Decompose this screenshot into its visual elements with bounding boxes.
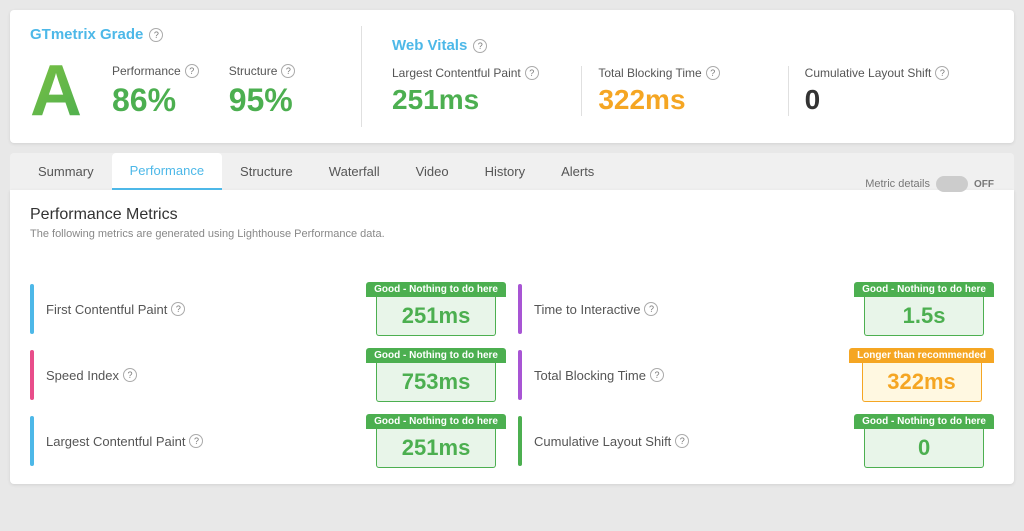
si-name: Speed Index bbox=[46, 368, 119, 383]
performance-label: Performance bbox=[112, 64, 181, 78]
si-value: 753ms bbox=[376, 363, 496, 402]
tbt-value: 322ms bbox=[598, 84, 771, 116]
si-info-icon[interactable]: ? bbox=[123, 368, 137, 382]
cls-info-icon[interactable]: ? bbox=[935, 66, 949, 80]
tti-name: Time to Interactive bbox=[534, 302, 640, 317]
tbt-metric-value: 322ms bbox=[862, 363, 982, 402]
lcp-metric-info-icon[interactable]: ? bbox=[189, 434, 203, 448]
lcp-metric-value: 251ms bbox=[376, 429, 496, 468]
metric-details-label: Metric details bbox=[865, 178, 930, 190]
fcp-info-icon[interactable]: ? bbox=[171, 302, 185, 316]
tti-info-icon[interactable]: ? bbox=[644, 302, 658, 316]
tab-performance[interactable]: Performance bbox=[112, 153, 222, 190]
tti-badge: Good - Nothing to do here bbox=[854, 282, 994, 297]
structure-info-icon[interactable]: ? bbox=[281, 64, 295, 78]
tti-value: 1.5s bbox=[864, 297, 984, 336]
cls-metric-value: 0 bbox=[864, 429, 984, 468]
fcp-name: First Contentful Paint bbox=[46, 302, 167, 317]
tab-bar: Summary Performance Structure Waterfall … bbox=[10, 153, 1014, 190]
lcp-badge: Good - Nothing to do here bbox=[366, 414, 506, 429]
metrics-grid: First Contentful Paint ? Good - Nothing … bbox=[30, 282, 994, 468]
tab-waterfall[interactable]: Waterfall bbox=[311, 153, 398, 190]
toggle-state: OFF bbox=[974, 179, 994, 190]
tbt-metric-info-icon[interactable]: ? bbox=[650, 368, 664, 382]
cls-label: Cumulative Layout Shift bbox=[805, 66, 932, 80]
panel-title: Performance Metrics bbox=[30, 206, 385, 224]
lcp-metric-name: Largest Contentful Paint bbox=[46, 434, 185, 449]
lcp-label: Largest Contentful Paint bbox=[392, 66, 521, 80]
cls-badge: Good - Nothing to do here bbox=[854, 414, 994, 429]
gtmetrix-info-icon[interactable]: ? bbox=[149, 28, 163, 42]
cls-metric-info-icon[interactable]: ? bbox=[675, 434, 689, 448]
tab-video[interactable]: Video bbox=[398, 153, 467, 190]
structure-value: 95% bbox=[229, 82, 296, 119]
cls-value: 0 bbox=[805, 84, 978, 116]
tbt-metric-name: Total Blocking Time bbox=[534, 368, 646, 383]
cls-metric-name: Cumulative Layout Shift bbox=[534, 434, 671, 449]
lcp-value: 251ms bbox=[392, 84, 565, 116]
fcp-badge: Good - Nothing to do here bbox=[366, 282, 506, 297]
tbt-badge: Longer than recommended bbox=[849, 348, 994, 363]
panel-subtitle: The following metrics are generated usin… bbox=[30, 228, 385, 240]
tab-history[interactable]: History bbox=[467, 153, 543, 190]
tab-summary[interactable]: Summary bbox=[20, 153, 112, 190]
tab-alerts[interactable]: Alerts bbox=[543, 153, 612, 190]
gtmetrix-grade-title: GTmetrix Grade bbox=[30, 26, 143, 43]
tab-structure[interactable]: Structure bbox=[222, 153, 311, 190]
metric-details-toggle[interactable] bbox=[936, 176, 968, 192]
web-vitals-info-icon[interactable]: ? bbox=[473, 39, 487, 53]
si-badge: Good - Nothing to do here bbox=[366, 348, 506, 363]
fcp-value: 251ms bbox=[376, 297, 496, 336]
grade-letter: A bbox=[30, 55, 82, 127]
structure-label: Structure bbox=[229, 64, 278, 78]
tbt-label: Total Blocking Time bbox=[598, 66, 701, 80]
tbt-info-icon[interactable]: ? bbox=[706, 66, 720, 80]
performance-value: 86% bbox=[112, 82, 199, 119]
performance-info-icon[interactable]: ? bbox=[185, 64, 199, 78]
lcp-info-icon[interactable]: ? bbox=[525, 66, 539, 80]
web-vitals-title: Web Vitals bbox=[392, 37, 467, 54]
